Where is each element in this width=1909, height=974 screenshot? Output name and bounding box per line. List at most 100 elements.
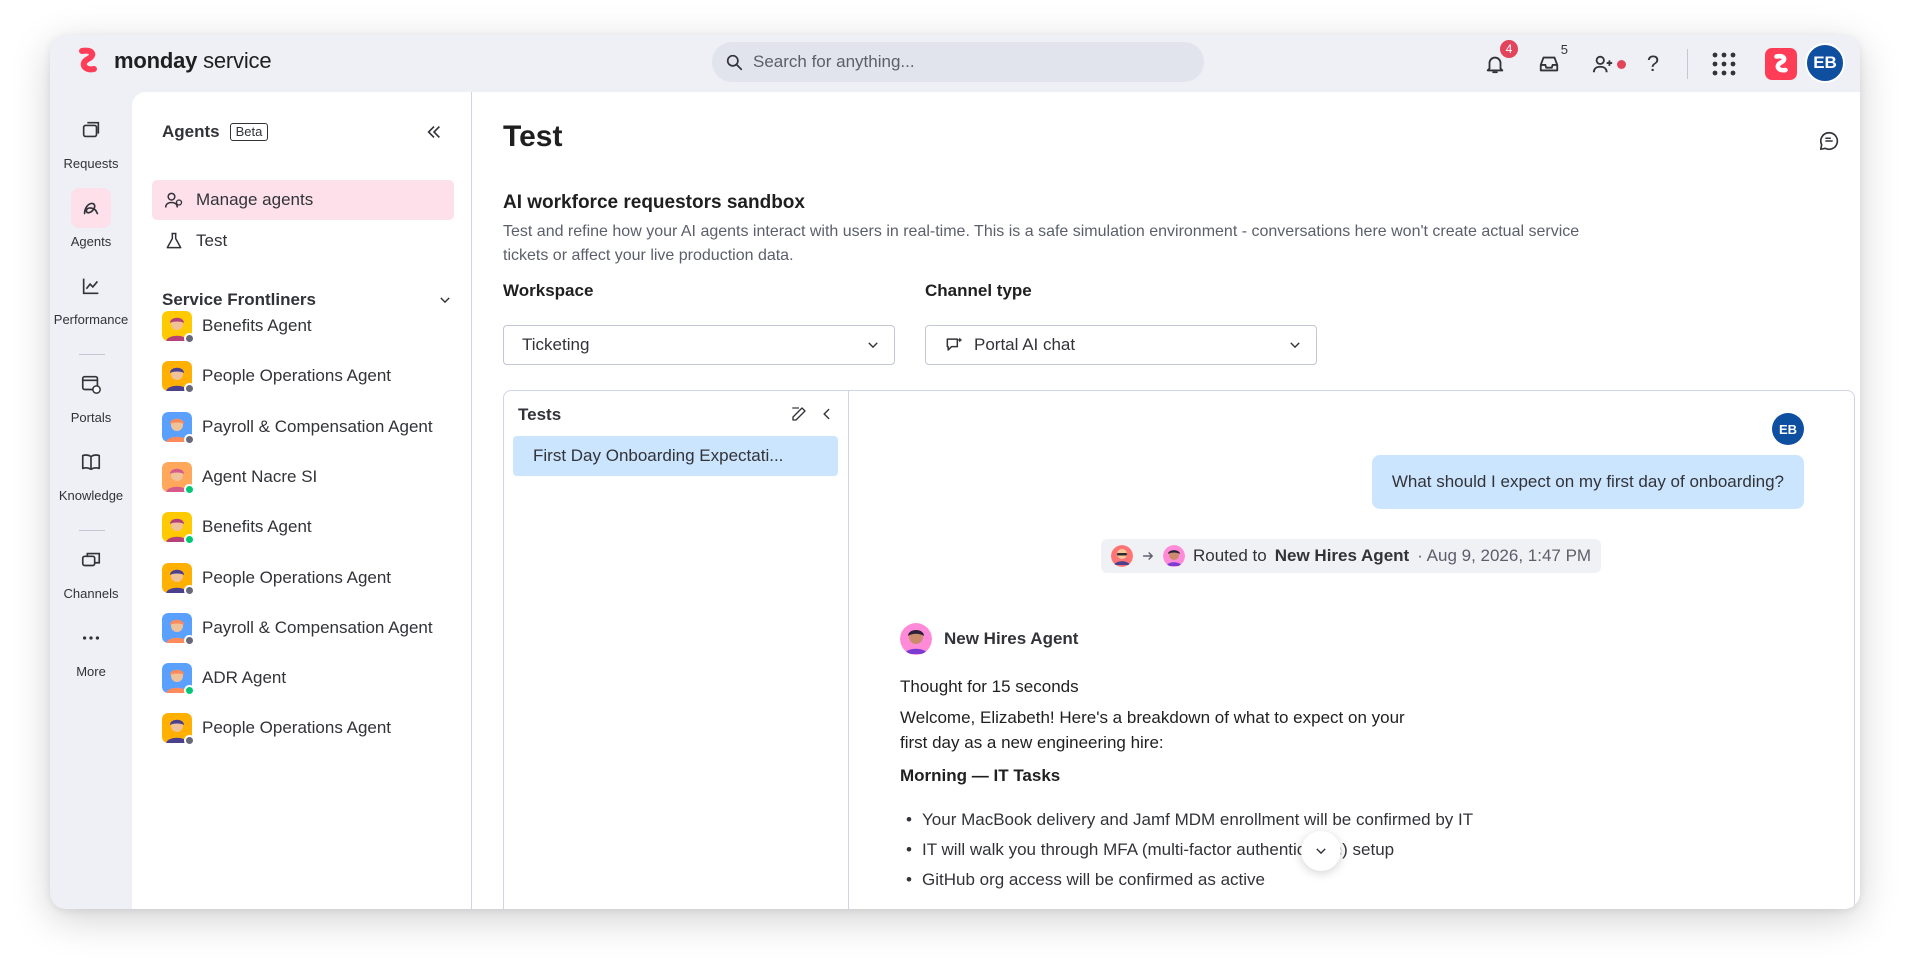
more-icon: [71, 618, 111, 658]
agent-list-item[interactable]: People Operations Agent: [162, 710, 391, 747]
agents-sidebar: Agents Beta Manage agents Test Service F…: [132, 92, 472, 909]
workspace-label: Workspace: [503, 281, 594, 300]
channel-value-wrap: Portal AI chat: [944, 335, 1075, 355]
route-prefix: Routed to: [1193, 546, 1267, 565]
double-chevron-left-icon: [427, 126, 440, 138]
agent-message-header: New Hires Agent: [900, 623, 1078, 655]
agent-list-item[interactable]: ADR Agent: [162, 660, 287, 697]
feedback-button[interactable]: [1818, 130, 1840, 157]
test-item[interactable]: First Day Onboarding Expectati...: [513, 436, 838, 476]
agent-name: Payroll & Compensation Agent: [202, 617, 433, 637]
agent-name: Benefits Agent: [202, 517, 312, 537]
main-panel: Agents Beta Manage agents Test Service F…: [132, 92, 1860, 909]
agent-status-dot: [184, 685, 195, 697]
agent-avatar: [162, 461, 195, 495]
rail-label: Requests: [63, 156, 119, 171]
routing-indicator: Routed to New Hires Agent · Aug 9, 2026,…: [1101, 539, 1602, 573]
global-search[interactable]: Search for anything...: [712, 42, 1204, 82]
collapse-sidebar-button[interactable]: [422, 120, 446, 144]
service-product-icon: [1774, 53, 1788, 73]
chat-feedback-icon: [1819, 131, 1839, 151]
left-rail: Requests Agents Performance Portals Know…: [50, 92, 132, 909]
channel-value: Portal AI chat: [974, 335, 1076, 354]
test-page: Test AI workforce requestors sandbox Tes…: [473, 92, 1860, 909]
agent-list-item[interactable]: Benefits Agent: [162, 308, 312, 344]
product-switcher[interactable]: [1765, 48, 1797, 80]
edit-icon[interactable]: [790, 405, 808, 423]
workspace-value: Ticketing: [522, 335, 590, 354]
workspace-select[interactable]: Ticketing: [503, 325, 895, 365]
new-hires-agent-avatar-icon: [1163, 545, 1185, 567]
list-item: GitHub org access will be confirmed as a…: [900, 865, 1473, 895]
rail-label: Knowledge: [58, 488, 124, 503]
agent-list-item[interactable]: People Operations Agent: [162, 560, 391, 596]
agent-list-item[interactable]: Agent Nacre SI: [162, 459, 317, 495]
section-service-frontliners[interactable]: Service Frontliners: [162, 290, 452, 310]
agent-status-dot: [184, 634, 195, 646]
sidebar-item-manage-agents[interactable]: Manage agents: [152, 180, 454, 220]
agent-list-item[interactable]: People Operations Agent: [162, 358, 392, 395]
agents-icon: [71, 188, 111, 228]
agent-name: New Hires Agent: [944, 629, 1079, 648]
agent-status-dot: [184, 584, 195, 596]
rail-item-requests[interactable]: Requests: [50, 110, 132, 171]
agent-status-dot: [184, 534, 195, 546]
rail-divider: [79, 530, 105, 531]
rail-item-agents[interactable]: Agents: [50, 188, 132, 249]
rail-item-more[interactable]: More: [50, 618, 132, 679]
inbox-button[interactable]: [1536, 51, 1562, 77]
sidebar-title: Agents: [162, 122, 220, 141]
channel-type-select[interactable]: Portal AI chat: [925, 325, 1317, 365]
agent-avatar: [162, 512, 195, 546]
agent-name: People Operations Agent: [202, 567, 392, 587]
brand-name: monday service: [114, 48, 272, 73]
page-title: Test: [503, 120, 563, 153]
search-placeholder: Search for anything...: [753, 52, 915, 71]
arrow-right-icon: [1143, 552, 1154, 560]
sidebar-item-test[interactable]: Test: [152, 221, 454, 261]
agent-list-item[interactable]: Benefits Agent: [162, 509, 312, 546]
monday-logo-icon: [79, 47, 97, 73]
manage-agents-icon: [164, 192, 183, 208]
chat-user-avatar: EB: [1772, 413, 1804, 445]
brand-logo[interactable]: monday service: [76, 47, 272, 75]
inbox-icon: [1539, 56, 1559, 72]
chevron-left-icon[interactable]: [820, 407, 834, 421]
user-avatar[interactable]: EB: [1805, 43, 1845, 83]
agent-name: People Operations Agent: [202, 366, 392, 386]
grid-icon: [1712, 52, 1736, 76]
scroll-to-bottom-button[interactable]: [1301, 831, 1341, 871]
rail-item-performance[interactable]: Performance: [50, 266, 132, 327]
agent-name: ADR Agent: [202, 668, 287, 688]
agent-bullet-list: Your MacBook delivery and Jamf MDM enrol…: [900, 805, 1473, 895]
agent-status-dot: [184, 483, 195, 495]
agent-list-item[interactable]: Payroll & Compensation Agent: [162, 409, 433, 445]
sandbox-description: Test and refine how your AI agents inter…: [503, 223, 1580, 264]
rail-label: Agents: [70, 234, 112, 249]
book-icon: [71, 442, 111, 482]
section-title: Service Frontliners: [162, 290, 317, 309]
agent-avatar: [162, 361, 195, 395]
invite-members-button[interactable]: [1590, 51, 1616, 77]
apps-button[interactable]: [1709, 49, 1739, 79]
agent-name: Payroll & Compensation Agent: [202, 416, 433, 436]
agent-status-dot: [184, 735, 195, 747]
user-initials: EB: [1805, 43, 1845, 83]
agent-avatar: [162, 562, 195, 596]
agent-status-dot: [184, 433, 195, 445]
new-hires-agent-avatar-icon: [900, 623, 932, 655]
rail-divider: [79, 354, 105, 355]
ai-chat-icon: [946, 337, 963, 351]
rail-label: More: [76, 664, 106, 679]
chevron-down-icon: [440, 297, 450, 304]
agent-list-item[interactable]: Payroll & Compensation Agent: [162, 610, 433, 646]
add-user-icon: [1592, 55, 1613, 73]
rail-item-knowledge[interactable]: Knowledge: [50, 442, 132, 503]
help-button[interactable]: ?: [1640, 51, 1666, 77]
rail-item-channels[interactable]: Channels: [50, 540, 132, 601]
rail-item-portals[interactable]: Portals: [50, 364, 132, 425]
search-icon: [726, 54, 743, 70]
tests-list-panel: Tests First Day Onboarding Expectati...: [504, 391, 849, 909]
sidebar-item-label: Test: [196, 231, 228, 250]
rail-label: Performance: [53, 312, 129, 327]
